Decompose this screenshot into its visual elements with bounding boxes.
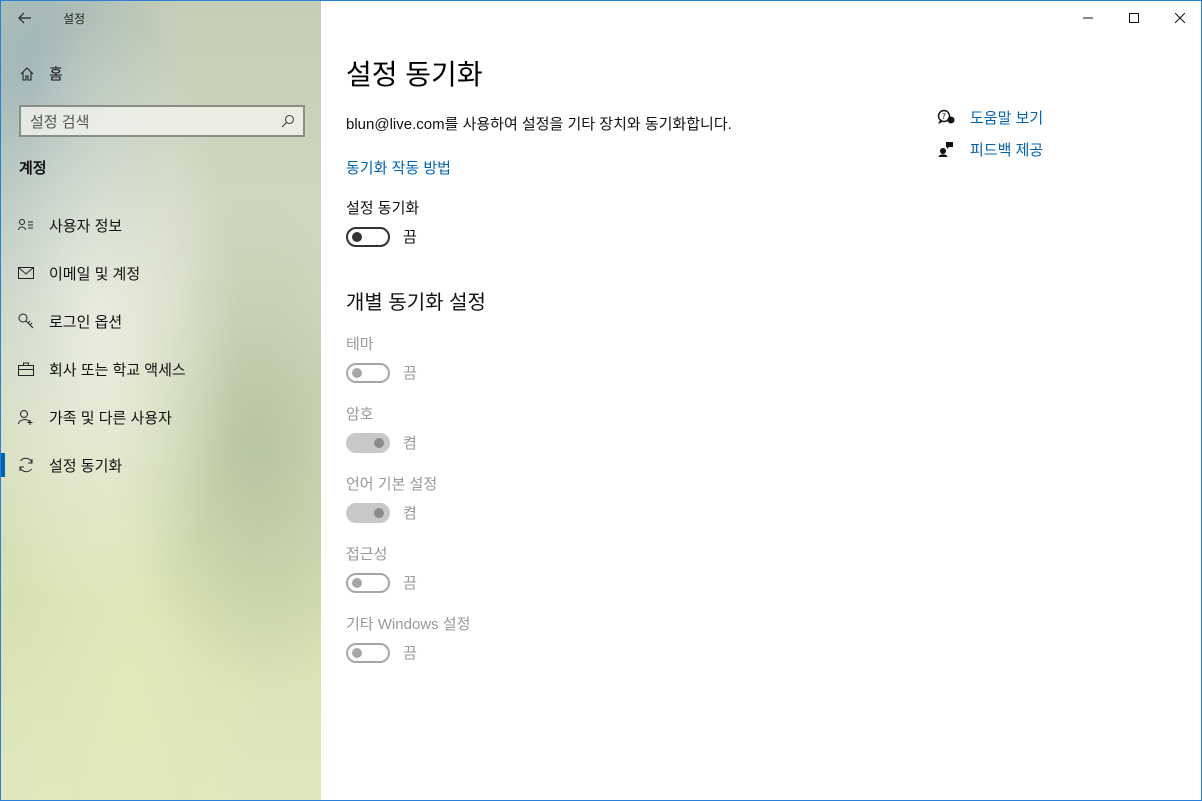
sidebar-item-label: 회사 또는 학교 액세스: [49, 361, 186, 379]
sidebar: 설정 홈 설정 검색 계정 사용자 정보 이메일 및 계정 로그인 옵션 회사 …: [1, 1, 321, 800]
how-sync-works-link[interactable]: 동기화 작동 방법: [346, 157, 451, 178]
toggle-knob: [352, 367, 362, 378]
settings-window: 설정 홈 설정 검색 계정 사용자 정보 이메일 및 계정 로그인 옵션 회사 …: [0, 0, 1202, 801]
close-icon: [1175, 13, 1185, 23]
toggle-knob: [352, 577, 362, 588]
theme-toggle-label: 테마: [346, 336, 374, 353]
accessibility-toggle-label: 접근성: [346, 546, 388, 563]
accessibility-toggle-row: 끔: [346, 572, 417, 593]
other-windows-toggle-state: 끔: [403, 645, 417, 662]
theme-toggle-state: 끔: [403, 365, 417, 382]
master-sync-toggle[interactable]: [346, 226, 390, 247]
toggle-knob: [352, 231, 362, 242]
theme-toggle[interactable]: [346, 362, 390, 383]
nav-home-label: 홈: [49, 66, 63, 83]
maximize-button[interactable]: [1111, 1, 1157, 35]
accessibility-toggle-state: 끔: [403, 575, 417, 592]
key-icon: [18, 313, 34, 329]
sidebar-item-label: 가족 및 다른 사용자: [49, 409, 172, 427]
feedback-icon: [936, 139, 956, 159]
language-toggle-row: 켬: [346, 502, 417, 523]
individual-sync-title: 개별 동기화 설정: [346, 292, 486, 314]
help-panel: ? 도움말 보기 피드백 제공: [936, 101, 1043, 165]
app-title: 설정: [63, 11, 86, 26]
other-windows-toggle[interactable]: [346, 642, 390, 663]
person-add-icon: [18, 409, 34, 425]
sidebar-item-signin-options[interactable]: 로그인 옵션: [1, 301, 321, 341]
toggle-knob: [374, 507, 384, 518]
language-toggle-label: 언어 기본 설정: [346, 476, 438, 493]
master-toggle-label: 설정 동기화: [346, 200, 420, 217]
give-feedback-link[interactable]: 피드백 제공: [936, 133, 1043, 165]
sidebar-item-work-school[interactable]: 회사 또는 학교 액세스: [1, 349, 321, 389]
mail-icon: [18, 265, 34, 281]
sidebar-item-label: 설정 동기화: [49, 457, 123, 475]
search-icon: [281, 114, 295, 128]
main-content: 설정 동기화 blun@live.com를 사용하여 설정을 기타 장치와 동기…: [321, 1, 1201, 800]
sidebar-item-label: 이메일 및 계정: [49, 265, 141, 283]
help-chat-icon: ?: [936, 107, 956, 127]
back-arrow-icon: [18, 12, 31, 24]
sidebar-item-sync[interactable]: 설정 동기화: [1, 445, 321, 485]
language-toggle-state: 켬: [403, 505, 417, 522]
sync-description: blun@live.com를 사용하여 설정을 기타 장치와 동기화합니다.: [346, 116, 732, 133]
section-label-accounts: 계정: [19, 160, 47, 177]
user-info-icon: [18, 217, 34, 233]
sidebar-item-label: 사용자 정보: [49, 217, 123, 235]
other-windows-toggle-row: 끔: [346, 642, 417, 663]
svg-text:?: ?: [942, 112, 946, 121]
get-help-link[interactable]: ? 도움말 보기: [936, 101, 1043, 133]
sync-icon: [18, 457, 34, 473]
close-button[interactable]: [1157, 1, 1201, 35]
toggle-knob: [352, 647, 362, 658]
master-toggle-state: 끔: [403, 229, 417, 246]
page-title: 설정 동기화: [346, 59, 483, 90]
theme-toggle-row: 끔: [346, 362, 417, 383]
get-help-label: 도움말 보기: [970, 109, 1044, 127]
sidebar-item-family[interactable]: 가족 및 다른 사용자: [1, 397, 321, 437]
briefcase-icon: [18, 361, 34, 377]
toggle-knob: [374, 437, 384, 448]
accessibility-toggle[interactable]: [346, 572, 390, 593]
sidebar-item-email[interactable]: 이메일 및 계정: [1, 253, 321, 293]
passwords-toggle-row: 켬: [346, 432, 417, 453]
minimize-button[interactable]: [1065, 1, 1111, 35]
maximize-icon: [1129, 13, 1139, 23]
back-button[interactable]: [1, 1, 49, 35]
window-controls: [1065, 1, 1201, 35]
sidebar-item-user-info[interactable]: 사용자 정보: [1, 205, 321, 245]
language-toggle[interactable]: [346, 502, 390, 523]
home-icon: [20, 66, 34, 81]
selection-indicator: [1, 453, 5, 477]
search-placeholder: 설정 검색: [30, 113, 90, 131]
title-bar: 설정: [1, 1, 321, 35]
passwords-toggle-label: 암호: [346, 406, 374, 423]
passwords-toggle[interactable]: [346, 432, 390, 453]
other-windows-toggle-label: 기타 Windows 설정: [346, 616, 471, 633]
master-sync-toggle-row: 끔: [346, 226, 417, 247]
nav-home[interactable]: 홈: [19, 63, 63, 84]
sidebar-item-label: 로그인 옵션: [49, 313, 123, 331]
passwords-toggle-state: 켬: [403, 435, 417, 452]
give-feedback-label: 피드백 제공: [970, 141, 1044, 159]
search-input[interactable]: 설정 검색: [19, 105, 305, 137]
minimize-icon: [1083, 17, 1093, 19]
